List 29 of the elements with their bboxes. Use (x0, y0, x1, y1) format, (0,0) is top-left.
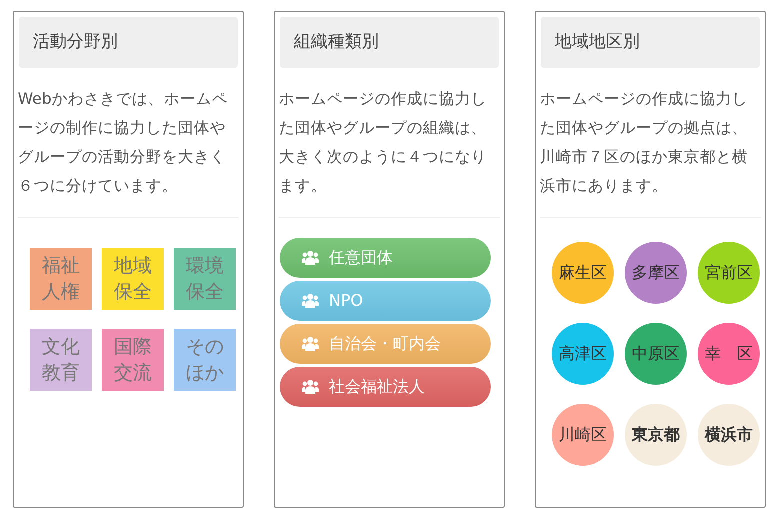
panel-title: 組織種類別 (280, 17, 499, 68)
group-icon (302, 337, 319, 351)
group-icon (302, 251, 319, 265)
organization-button[interactable]: 任意団体 (280, 238, 491, 278)
district-circle[interactable]: 宮前区 (698, 242, 760, 304)
panel-title: 地域地区別 (541, 17, 760, 68)
district-circle[interactable]: 東京都 (625, 404, 687, 466)
panel-description: Webかわさきでは、ホームページの制作に協力した団体やグループの活動分野を大きく６つに分けています。 (18, 68, 239, 218)
category-tile[interactable]: 国際交流 (102, 329, 164, 391)
panel-description: ホームページの作成に協力した団体やグループの組織は、大きく次のように４つになります。 (279, 68, 500, 218)
organization-button[interactable]: 自治会・町内会 (280, 324, 491, 364)
panel-description: ホームページの作成に協力した団体やグループの拠点は、川崎市７区のほか東京都と横浜市にあります。 (540, 68, 761, 218)
district-circle[interactable]: 横浜市 (698, 404, 760, 466)
district-circle[interactable]: 多摩区 (625, 242, 687, 304)
group-icon (302, 294, 319, 308)
panel-title: 活動分野別 (19, 17, 238, 68)
category-tile[interactable]: 福祉人権 (30, 248, 92, 310)
district-circle[interactable]: 麻生区 (552, 242, 614, 304)
organization-button[interactable]: NPO (280, 281, 491, 321)
district-circle[interactable]: 中原区 (625, 323, 687, 385)
district-circle[interactable]: 高津区 (552, 323, 614, 385)
district-circle[interactable]: 幸 区 (698, 323, 760, 385)
category-tile[interactable]: 地域保全 (102, 248, 164, 310)
group-icon (302, 380, 319, 394)
category-tile[interactable]: 環境保全 (174, 248, 236, 310)
district-circle[interactable]: 川崎区 (552, 404, 614, 466)
organization-button[interactable]: 社会福祉法人 (280, 367, 491, 407)
category-tile[interactable]: 文化教育 (30, 329, 92, 391)
category-tile[interactable]: そのほか (174, 329, 236, 391)
